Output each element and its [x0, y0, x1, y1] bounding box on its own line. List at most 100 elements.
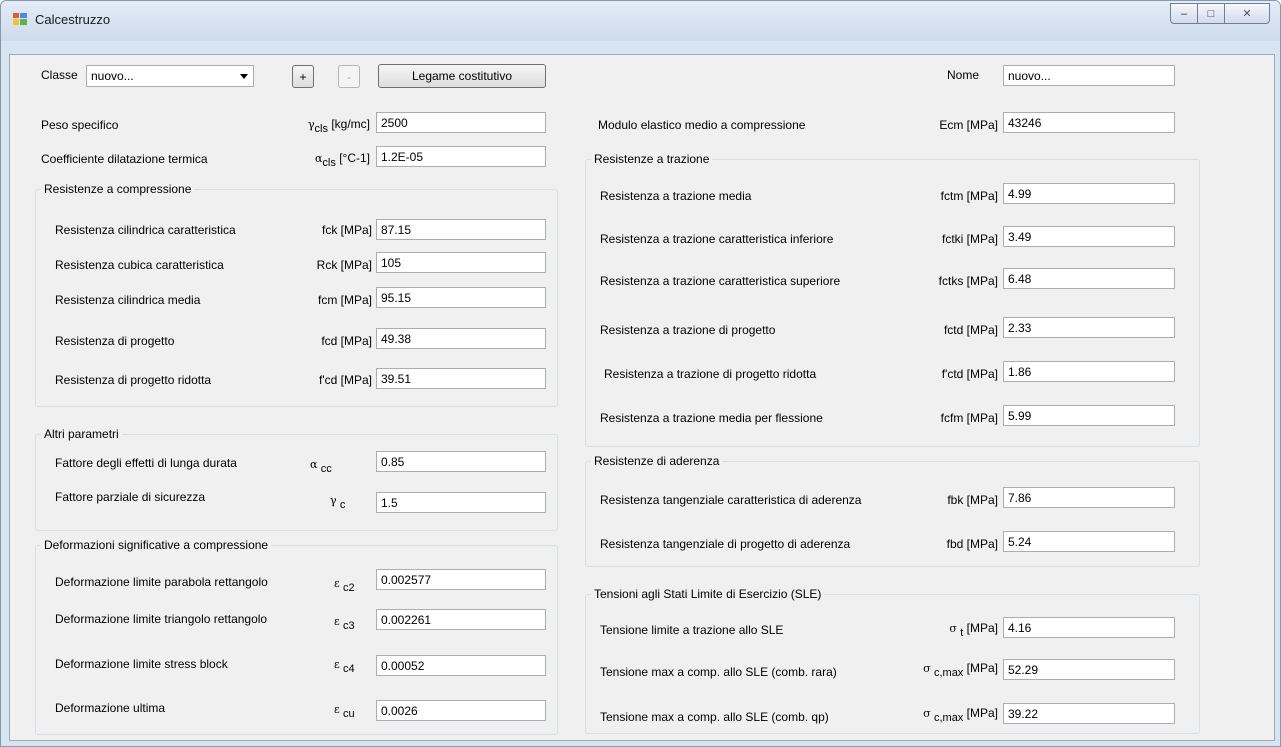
legame-costitutivo-button[interactable]: Legame costitutivo — [378, 64, 546, 88]
f-cd-ridotta-field[interactable] — [376, 368, 546, 389]
alpha-cc-subscript: cc — [320, 463, 332, 475]
fbd-label: Resistenza tangenziale di progetto di ad… — [600, 537, 851, 551]
eps-c2-field[interactable] — [376, 569, 546, 590]
altri-parametri-title: Altri parametri — [41, 427, 122, 441]
maximize-icon: □ — [1207, 7, 1215, 20]
ecm-field[interactable] — [1003, 112, 1175, 133]
legame-costitutivo-label: Legame costitutivo — [411, 69, 513, 83]
maximize-button[interactable]: □ — [1198, 3, 1225, 24]
peso-specifico-label: Peso specifico — [41, 118, 119, 132]
rck-field[interactable] — [376, 252, 546, 273]
resistenze-aderenza-title: Resistenze di aderenza — [591, 454, 723, 468]
eps-c4-subscript: c4 — [343, 663, 355, 675]
fctki-unit: fctki [MPa] — [941, 232, 998, 246]
title-bar: Calcestruzzo – □ ✕ — [1, 1, 1280, 41]
eps-c3-label: Deformazione limite triangolo rettangolo — [55, 612, 268, 626]
sigma-t-label: Tensione limite a trazione allo SLE — [600, 623, 784, 637]
sigma-c-rara-field[interactable] — [1003, 659, 1175, 680]
fctm-unit: fctm [MPa] — [940, 189, 998, 203]
fctki-field[interactable] — [1003, 226, 1175, 247]
fctm-label: Resistenza a trazione media — [600, 189, 752, 203]
resistenze-trazione-title: Resistenze a trazione — [591, 152, 713, 166]
fck-unit: fck [MPa] — [321, 223, 372, 237]
gamma-symbol: γ — [307, 118, 315, 131]
sigma-icon: σ — [949, 622, 957, 635]
epsilon-icon: ε — [334, 703, 340, 716]
gamma-c-field[interactable] — [376, 492, 546, 513]
fctm-field[interactable] — [1003, 183, 1175, 204]
gamma-c-subscript: c — [339, 499, 346, 511]
minimize-button[interactable]: – — [1170, 3, 1198, 24]
epsilon-icon: ε — [334, 658, 340, 671]
sigma-c-qp-field[interactable] — [1003, 703, 1175, 724]
epsilon-icon: ε — [334, 577, 340, 590]
sigma-t-subscript: t — [960, 627, 964, 639]
eps-cu-field[interactable] — [376, 700, 546, 721]
f-cd-ridotta-label: Resistenza di progetto ridotta — [55, 373, 212, 387]
eps-c3-symbol: ε c3 — [334, 614, 374, 632]
eps-c2-subscript: c2 — [343, 582, 355, 594]
fbd-field[interactable] — [1003, 531, 1175, 552]
fctd-unit: fctd [MPa] — [943, 323, 998, 337]
sigma-c-qp-label: Tensione max a comp. allo SLE (comb. qp) — [600, 710, 829, 724]
eps-c3-subscript: c3 — [343, 620, 355, 632]
add-class-button[interactable]: + — [292, 65, 314, 88]
sigma-c-rara-unit: σ c,max [MPa] — [885, 661, 998, 679]
nome-field[interactable] — [1003, 65, 1175, 86]
tensioni-sle-title: Tensioni agli Stati Limite di Esercizio … — [591, 587, 825, 601]
altri-parametri-group: Altri parametri — [35, 427, 558, 531]
fcd-field[interactable] — [376, 328, 546, 349]
chevron-down-icon[interactable] — [240, 74, 248, 79]
fcfm-label: Resistenza a trazione media per flession… — [600, 411, 823, 425]
sigma-icon: σ — [923, 707, 931, 720]
rck-unit: Rck [MPa] — [316, 258, 372, 272]
sigma-c-rara-subscript: c,max — [933, 667, 964, 679]
sigma-t-field[interactable] — [1003, 617, 1175, 638]
close-button[interactable]: ✕ — [1225, 3, 1270, 24]
classe-combobox-value: nuovo... — [91, 69, 134, 83]
app-icon — [13, 13, 27, 25]
close-icon: ✕ — [1242, 8, 1252, 20]
rck-label: Resistenza cubica caratteristica — [55, 258, 224, 272]
form-client-area: Classe nuovo... + - Legame costitutivo N… — [9, 54, 1275, 741]
lunga-durata-label: Fattore degli effetti di lunga durata — [55, 456, 237, 470]
fck-field[interactable] — [376, 219, 546, 240]
minimize-icon: – — [1180, 7, 1188, 20]
epsilon-icon: ε — [334, 615, 340, 628]
fbk-unit: fbk [MPa] — [947, 493, 998, 507]
eps-c4-label: Deformazione limite stress block — [55, 657, 228, 671]
fcfm-unit: fcfm [MPa] — [940, 411, 998, 425]
sigma-c-qp-unit: σ c,max [MPa] — [885, 706, 998, 724]
coefficiente-dilatazione-label: Coefficiente dilatazione termica — [41, 152, 208, 166]
classe-combobox[interactable]: nuovo... — [86, 65, 254, 87]
alpha-cc-symbol: α cc — [310, 457, 372, 475]
fcm-field[interactable] — [376, 287, 546, 308]
remove-class-button[interactable]: - — [338, 65, 360, 88]
modulo-elastico-label: Modulo elastico medio a compressione — [598, 118, 806, 132]
sicurezza-label: Fattore parziale di sicurezza — [55, 490, 206, 504]
f-cd-ridotta-unit: f'cd [MPa] — [319, 373, 372, 387]
f-ctd-ridotta-label: Resistenza a trazione di progetto ridott… — [604, 367, 817, 381]
fbk-field[interactable] — [1003, 487, 1175, 508]
nome-label: Nome — [947, 68, 980, 82]
fcfm-field[interactable] — [1003, 405, 1175, 426]
fck-label: Resistenza cilindrica caratteristica — [55, 223, 236, 237]
plus-icon: + — [299, 69, 307, 84]
alpha-cc-field[interactable] — [376, 451, 546, 472]
coefficiente-dilatazione-field[interactable] — [376, 146, 546, 167]
fctd-field[interactable] — [1003, 317, 1175, 338]
eps-c3-field[interactable] — [376, 609, 546, 630]
eps-c4-field[interactable] — [376, 655, 546, 676]
sigma-c-rara-unit-text: [MPa] — [966, 661, 998, 675]
calcestruzzo-window: Calcestruzzo – □ ✕ Classe nuovo... + - L… — [0, 0, 1281, 747]
f-ctd-ridotta-unit: f'ctd [MPa] — [941, 367, 998, 381]
f-ctd-ridotta-field[interactable] — [1003, 361, 1175, 382]
fcm-label: Resistenza cilindrica media — [55, 293, 201, 307]
coefficiente-dilatazione-subscript: cls — [322, 157, 336, 169]
fctks-field[interactable] — [1003, 268, 1175, 289]
sigma-t-unit-text: [MPa] — [966, 621, 998, 635]
gamma-icon: γ — [330, 494, 337, 507]
peso-specifico-field[interactable] — [376, 112, 546, 133]
fctks-label: Resistenza a trazione caratteristica sup… — [600, 274, 841, 288]
sigma-c-qp-subscript: c,max — [933, 712, 964, 724]
